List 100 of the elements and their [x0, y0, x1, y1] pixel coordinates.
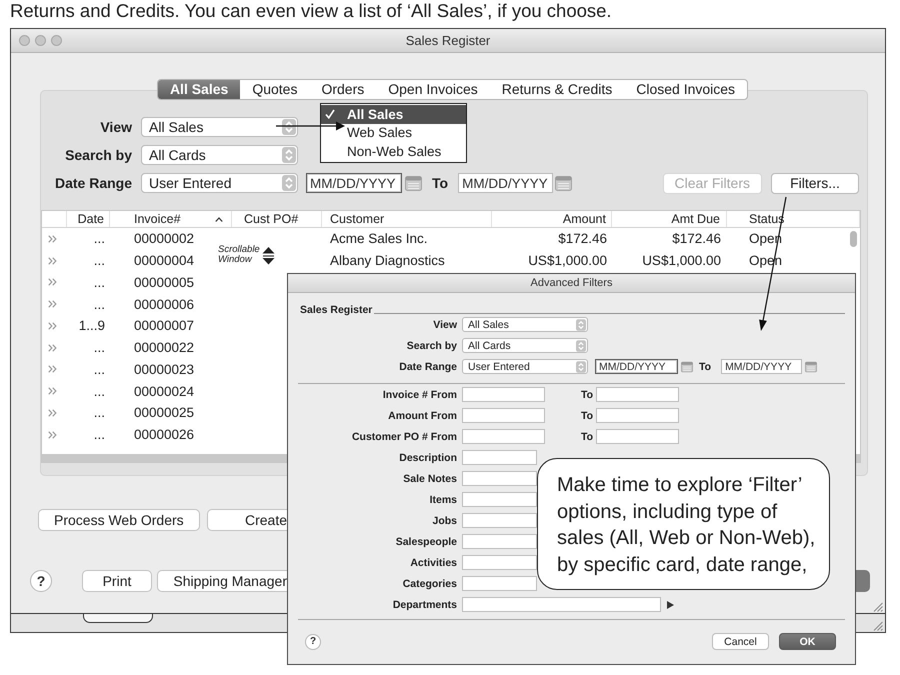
drawer-handle[interactable] — [83, 614, 153, 623]
caption-text: Returns and Credits. You can even view a list of ‘All Sales’, if you choose. — [10, 0, 612, 22]
tab[interactable]: Open Invoices — [376, 80, 490, 99]
calendar-icon[interactable] — [805, 360, 818, 372]
expand-chevron-icon[interactable] — [48, 322, 57, 330]
expand-chevron-icon[interactable] — [48, 430, 57, 439]
window-control-icon[interactable] — [51, 35, 62, 46]
tab[interactable]: Quotes — [240, 80, 310, 99]
dialog-title: Advanced Filters — [530, 277, 612, 289]
expand-chevron-icon[interactable] — [48, 365, 57, 374]
action-button[interactable]: Shipping Manager — [157, 570, 287, 592]
text-field[interactable] — [462, 471, 537, 486]
filter-button[interactable]: Filters... — [771, 172, 859, 194]
action-button[interactable]: Process Web Orders — [38, 509, 200, 531]
expand-chevron-icon[interactable] — [48, 256, 57, 265]
expand-chevron-icon[interactable] — [48, 300, 57, 308]
expand-chevron-icon[interactable] — [48, 234, 57, 243]
table-cell: ... — [94, 296, 105, 312]
calendar-icon[interactable] — [681, 360, 693, 372]
pointer-arrow — [276, 122, 345, 130]
window-control-icon[interactable] — [35, 35, 46, 46]
table-cell: ... — [94, 405, 105, 420]
table-cell: 00000007 — [134, 318, 194, 334]
table-cell: 00000006 — [134, 296, 194, 312]
stepper-icon — [282, 119, 296, 135]
text-field[interactable] — [596, 408, 679, 423]
dropdown-select[interactable]: All Sales — [141, 117, 298, 137]
scrollable-window-note: Scrollable Window — [218, 245, 260, 265]
field-label: Amount From — [388, 410, 457, 422]
window-control-icon[interactable] — [19, 35, 30, 46]
text-field[interactable] — [596, 429, 679, 444]
table-cell: $172.46 — [558, 231, 607, 246]
tab[interactable]: All Sales — [158, 80, 240, 99]
dropdown-select[interactable]: User Entered — [141, 173, 298, 193]
date-field[interactable]: MM/DD/YYYY — [306, 173, 402, 193]
table-cell: US$1,000.00 — [528, 253, 607, 268]
calendar-icon[interactable] — [405, 176, 422, 190]
resize-grip-icon[interactable] — [873, 602, 883, 612]
field-label: Search by — [65, 147, 132, 163]
column-header[interactable]: Customer — [330, 212, 384, 226]
menu-item[interactable]: Web Sales — [321, 124, 466, 142]
dropdown-select[interactable]: All Sales — [462, 317, 588, 332]
covered-button[interactable] — [856, 570, 870, 592]
column-header[interactable]: Date — [78, 212, 104, 226]
field-label: Activities — [410, 556, 457, 568]
to-label: To — [432, 175, 448, 191]
expand-chevron-icon[interactable] — [48, 408, 57, 417]
help-button[interactable]: ? — [30, 570, 52, 592]
menu-item[interactable]: Non-Web Sales — [321, 142, 466, 160]
tab[interactable]: Orders — [309, 80, 376, 99]
calendar-icon[interactable] — [555, 176, 572, 190]
dialog-button[interactable]: OK — [779, 633, 836, 650]
sort-caret-icon[interactable] — [215, 216, 223, 222]
tab[interactable]: Returns & Credits — [490, 80, 624, 99]
text-field[interactable] — [462, 492, 537, 507]
text-field[interactable] — [462, 450, 537, 465]
table-cell: 00000023 — [134, 362, 194, 377]
to-label: To — [580, 430, 593, 442]
text-field[interactable] — [596, 387, 679, 402]
date-field[interactable]: MM/DD/YYYY — [458, 173, 554, 193]
column-header[interactable]: Amt Due — [671, 212, 720, 226]
scrollbar-thumb[interactable] — [850, 231, 857, 247]
table-cell: ... — [94, 274, 105, 290]
triangle-icon[interactable] — [667, 600, 674, 608]
expand-chevron-icon[interactable] — [48, 278, 57, 286]
to-label: To — [580, 388, 593, 400]
column-header[interactable]: Invoice# — [134, 212, 181, 226]
column-header[interactable]: Amount — [562, 212, 606, 226]
date-field[interactable]: MM/DD/YYYY — [721, 359, 802, 374]
text-field[interactable] — [462, 408, 545, 423]
menu-item[interactable]: All Sales — [321, 105, 466, 124]
text-field[interactable] — [462, 513, 537, 528]
dialog-button[interactable]: Cancel — [712, 633, 769, 650]
table-cell: 00000024 — [134, 384, 194, 399]
field-label: Invoice # From — [382, 388, 457, 400]
text-field[interactable] — [462, 429, 545, 444]
help-button[interactable]: ? — [305, 634, 321, 650]
resize-grip-icon[interactable] — [873, 621, 883, 631]
dropdown-select[interactable]: All Cards — [462, 338, 588, 353]
expand-chevron-icon[interactable] — [48, 344, 57, 352]
field-label: Customer PO # From — [352, 430, 457, 442]
date-field[interactable]: MM/DD/YYYY — [595, 359, 678, 374]
field-label: Jobs — [432, 514, 457, 526]
stepper-icon — [576, 340, 586, 352]
action-button[interactable]: Create — [206, 509, 287, 531]
text-field[interactable] — [462, 597, 661, 612]
text-field[interactable] — [462, 387, 545, 402]
dropdown-select[interactable]: User Entered — [462, 359, 588, 374]
text-field[interactable] — [462, 555, 537, 570]
expand-chevron-icon[interactable] — [48, 387, 57, 396]
dropdown-select[interactable]: All Cards — [141, 145, 298, 165]
text-field[interactable] — [462, 534, 537, 549]
table-cell: Acme Sales Inc. — [330, 231, 428, 246]
action-button[interactable]: Print — [82, 570, 152, 592]
table-cell: 00000026 — [134, 427, 194, 442]
tab[interactable]: Closed Invoices — [624, 80, 748, 99]
column-header[interactable]: Cust PO# — [244, 212, 298, 226]
field-label: Categories — [402, 578, 457, 590]
text-field[interactable] — [462, 576, 537, 591]
stepper-icon — [576, 318, 586, 330]
